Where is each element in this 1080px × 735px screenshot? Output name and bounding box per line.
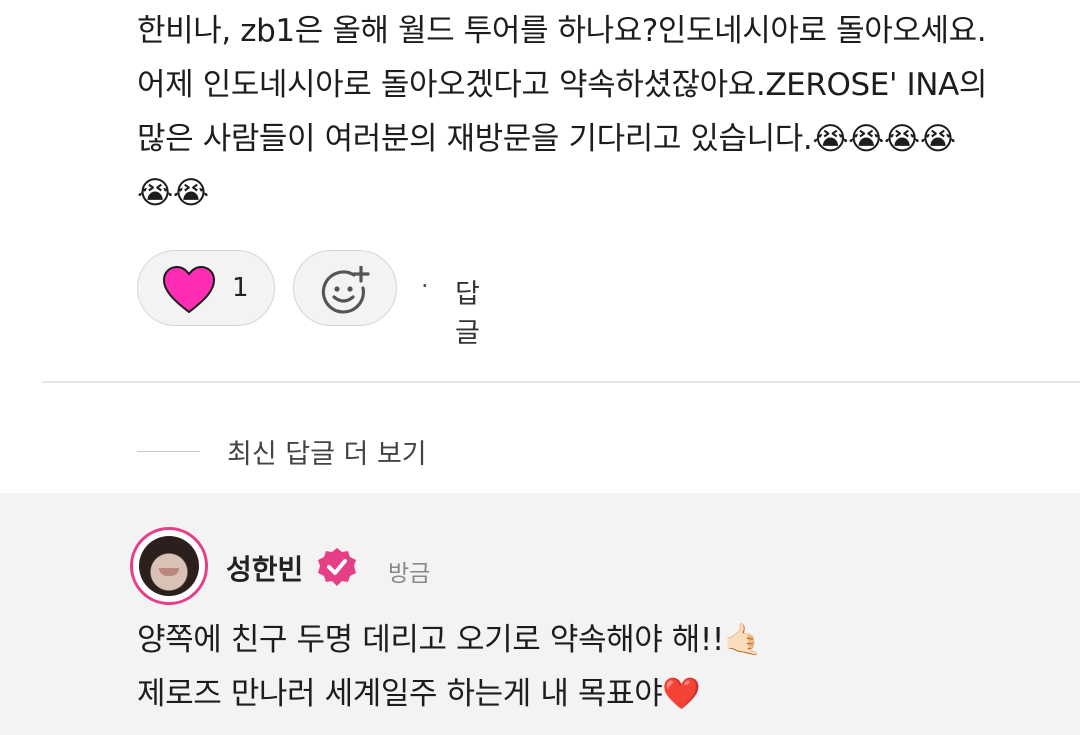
reply-username[interactable]: 성한빈 [226,548,303,588]
comment-card: 한비나, zb1은 올해 월드 투어를 하나요?인도네시아로 돌아오세요. 어제… [0,0,1080,382]
divider [42,381,1080,383]
avatar[interactable] [130,527,208,605]
reply-text: 양쪽에 친구 두명 데리고 오기로 약속해야 해!!🤙🏻 제로즈 만나러 세계일… [137,622,763,712]
heart-icon [162,266,216,314]
add-reaction-icon [321,266,370,314]
add-reaction-button[interactable] [293,250,397,326]
like-button[interactable]: 1 [137,250,275,326]
reply-button[interactable]: 답글 [455,272,480,350]
separator-dot: · [421,272,429,300]
like-count: 1 [232,273,249,303]
verified-badge-icon [318,548,356,586]
reply-timestamp: 방금 [388,561,431,587]
reply-card: 성한빈 방금 양쪽에 친구 두명 데리고 오기로 약속해야 해!!🤙🏻 제로즈 … [0,493,1080,735]
avatar-photo [139,536,199,596]
more-replies-line [137,451,200,452]
more-replies-label[interactable]: 최신 답글 더 보기 [227,432,427,471]
comment-text: 한비나, zb1은 올해 월드 투어를 하나요?인도네시아로 돌아오세요. 어제… [137,13,987,211]
